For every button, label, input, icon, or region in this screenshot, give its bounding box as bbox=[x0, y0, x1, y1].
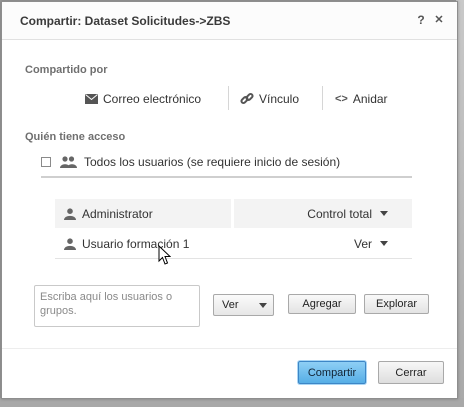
everyone-checkbox[interactable] bbox=[41, 157, 51, 167]
chevron-down-icon bbox=[380, 211, 388, 216]
access-user-cell: Usuario formación 1 bbox=[55, 229, 231, 258]
access-user-cell: Administrator bbox=[55, 199, 231, 228]
share-button[interactable]: Compartir bbox=[298, 361, 366, 384]
share-email-option[interactable]: Correo electrónico bbox=[85, 89, 201, 109]
new-permission-value: Ver bbox=[222, 299, 239, 311]
everyone-label: Todos los usuarios (se requiere inicio d… bbox=[84, 155, 341, 169]
envelope-icon bbox=[85, 94, 98, 104]
access-user-name: Usuario formación 1 bbox=[82, 236, 190, 251]
access-user-name: Administrator bbox=[82, 206, 153, 221]
share-email-label: Correo electrónico bbox=[103, 92, 202, 106]
help-icon[interactable]: ? bbox=[415, 13, 427, 27]
new-permission-select[interactable]: Ver bbox=[213, 294, 274, 316]
close-icon[interactable]: ✕ bbox=[433, 13, 445, 27]
browse-button[interactable]: Explorar bbox=[364, 294, 429, 314]
share-embed-option[interactable]: <> Anidar bbox=[335, 89, 388, 109]
backdrop-bottom bbox=[0, 398, 464, 407]
divider bbox=[41, 176, 412, 178]
table-row: Administrator Control total bbox=[55, 199, 412, 228]
user-icon bbox=[64, 207, 76, 220]
share-dialog: Compartir: Dataset Solicitudes->ZBS ? ✕ … bbox=[1, 1, 458, 399]
permission-dropdown[interactable]: Control total bbox=[234, 199, 412, 228]
permission-value: Control total bbox=[307, 206, 372, 221]
add-button[interactable]: Agregar bbox=[288, 294, 356, 314]
dialog-titlebar: Compartir: Dataset Solicitudes->ZBS ? ✕ bbox=[2, 2, 457, 40]
dialog-title: Compartir: Dataset Solicitudes->ZBS bbox=[20, 14, 231, 28]
add-users-field[interactable] bbox=[34, 285, 200, 327]
code-icon: <> bbox=[335, 93, 348, 105]
everyone-row: Todos los usuarios (se requiere inicio d… bbox=[60, 153, 340, 171]
mouse-pointer-icon bbox=[158, 244, 172, 271]
chevron-down-icon bbox=[380, 241, 388, 246]
add-users-input[interactable] bbox=[40, 290, 190, 322]
permission-value: Ver bbox=[353, 236, 372, 251]
table-row: Usuario formación 1 Ver bbox=[55, 229, 412, 259]
chevron-down-icon bbox=[259, 303, 267, 308]
user-icon bbox=[64, 237, 76, 250]
separator bbox=[322, 86, 323, 110]
users-icon bbox=[60, 156, 77, 168]
shared-by-label: Compartido por bbox=[25, 64, 108, 76]
link-icon bbox=[240, 92, 254, 106]
share-link-label: Vínculo bbox=[259, 92, 300, 106]
divider bbox=[2, 348, 457, 349]
close-button[interactable]: Cerrar bbox=[378, 361, 444, 384]
separator bbox=[228, 86, 229, 110]
share-link-option[interactable]: Vínculo bbox=[240, 89, 299, 109]
permission-dropdown[interactable]: Ver bbox=[234, 229, 412, 258]
share-embed-label: Anidar bbox=[352, 92, 388, 106]
access-table: Administrator Control total Usuario form… bbox=[55, 199, 412, 259]
access-label: Quién tiene acceso bbox=[25, 131, 126, 143]
